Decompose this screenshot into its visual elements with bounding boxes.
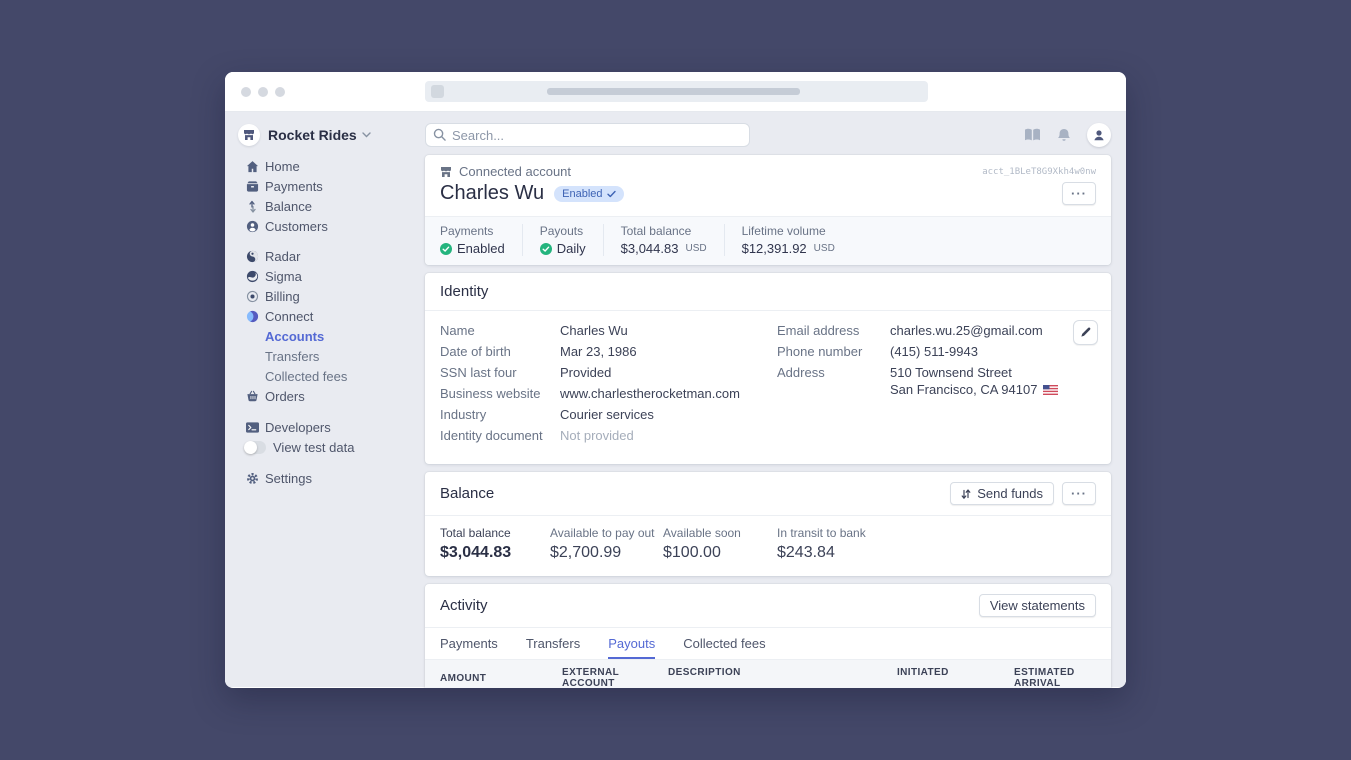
sidebar: Rocket Rides Home Payments Balance [225,112,425,687]
orders-basket-icon [245,390,259,402]
tab-payouts[interactable]: Payouts [608,628,655,659]
stat-lifetime-volume: Lifetime volume $12,391.92USD [724,224,852,256]
stat-payments: Payments Enabled [425,224,522,256]
connect-icon [245,310,259,323]
account-overflow-button[interactable]: ··· [1062,182,1096,205]
radar-icon [245,250,259,263]
account-stats: Payments Enabled Payouts Daily [425,216,1111,265]
stat-total-balance: Total balance $3,044.83USD [603,224,724,256]
sidebar-item-developers[interactable]: Developers [245,417,425,437]
business-switcher[interactable]: Rocket Rides [225,123,425,147]
business-name: Rocket Rides [268,127,357,143]
storefront-icon-small [440,166,452,178]
account-kind-label: Connected account [459,164,571,179]
balance-available-soon: Available soon $100.00 [663,526,777,562]
url-bar[interactable] [425,81,928,102]
browser-chrome [225,72,1126,112]
sidebar-item-billing[interactable]: Billing [245,286,425,306]
balance-available-payout: Available to pay out $2,700.99 [550,526,663,562]
browser-window: Rocket Rides Home Payments Balance [225,72,1126,688]
check-circle-icon [440,243,452,255]
balance-arrows-icon [245,200,259,213]
activity-tabs: Payments Transfers Payouts Collected fee… [425,628,1111,660]
traffic-lights[interactable] [241,87,285,97]
sidebar-item-collected-fees[interactable]: Collected fees [245,366,425,386]
sigma-icon [245,270,259,283]
sidebar-item-home[interactable]: Home [245,156,425,176]
activity-title: Activity [440,597,488,614]
us-flag-icon [1043,385,1058,395]
edit-identity-button[interactable] [1073,320,1098,345]
balance-total: Total balance $3,044.83 [440,526,550,562]
billing-icon [245,290,259,303]
payouts-table-header: AMOUNT EXTERNAL ACCOUNT DESCRIPTION INIT… [425,660,1111,688]
check-icon [607,190,616,198]
balance-overflow-button[interactable]: ··· [1062,482,1096,505]
identity-card: Identity NameCharles Wu Date of birthMar… [425,273,1111,464]
user-avatar[interactable] [1087,123,1111,147]
person-icon [1092,128,1106,142]
main-content: Connected account acct_1BLeT8G9Xkh4w0nw … [425,112,1126,687]
send-funds-button[interactable]: Send funds [950,482,1054,505]
pencil-icon [1080,327,1091,338]
view-statements-button[interactable]: View statements [979,594,1096,617]
sidebar-item-accounts[interactable]: Accounts [245,326,425,346]
topbar [425,123,1111,147]
sidebar-item-sigma[interactable]: Sigma [245,266,425,286]
sidebar-item-view-test-data[interactable]: View test data [245,437,425,457]
identity-title: Identity [440,283,488,300]
chevron-down-icon [362,132,371,138]
test-data-toggle[interactable] [244,441,266,454]
sidebar-item-connect[interactable]: Connect [245,306,425,326]
activity-card: Activity View statements Payments Transf… [425,584,1111,688]
search-input[interactable] [425,123,750,147]
sidebar-item-settings[interactable]: Settings [245,468,425,488]
check-circle-icon [540,243,552,255]
account-name: Charles Wu [440,182,544,205]
send-funds-arrows-icon [961,488,971,500]
address-value: 510 Townsend Street San Francisco, CA 94… [890,366,1058,397]
sidebar-nav: Home Payments Balance Customers R [225,156,425,488]
bell-icon[interactable] [1057,128,1071,143]
dashboard-app: Rocket Rides Home Payments Balance [225,112,1126,687]
payments-icon [245,180,259,192]
home-icon [245,160,259,173]
search-icon [433,128,446,141]
sidebar-item-orders[interactable]: Orders [245,386,425,406]
gear-icon [245,472,259,485]
balance-stats: Total balance $3,044.83 Available to pay… [425,516,1111,576]
tab-transfers[interactable]: Transfers [526,628,580,659]
sidebar-item-radar[interactable]: Radar [245,246,425,266]
tab-collected-fees[interactable]: Collected fees [683,628,765,659]
sidebar-item-payments[interactable]: Payments [245,176,425,196]
account-id: acct_1BLeT8G9Xkh4w0nw [982,167,1096,177]
terminal-icon [245,422,259,433]
tab-payments[interactable]: Payments [440,628,498,659]
sidebar-item-transfers[interactable]: Transfers [245,346,425,366]
stat-payouts: Payouts Daily [522,224,603,256]
balance-title: Balance [440,485,494,502]
balance-card: Balance Send funds ··· Total balance $3,… [425,472,1111,576]
storefront-icon [238,124,260,146]
docs-book-icon[interactable] [1024,128,1041,142]
favicon-placeholder [431,85,444,98]
balance-in-transit: In transit to bank $243.84 [777,526,866,562]
sidebar-item-customers[interactable]: Customers [245,216,425,236]
sidebar-item-balance[interactable]: Balance [245,196,425,216]
status-badge: Enabled [554,186,623,202]
connected-account-card: Connected account acct_1BLeT8G9Xkh4w0nw … [425,155,1111,265]
customers-icon [245,220,259,233]
url-text-placeholder [547,88,800,95]
